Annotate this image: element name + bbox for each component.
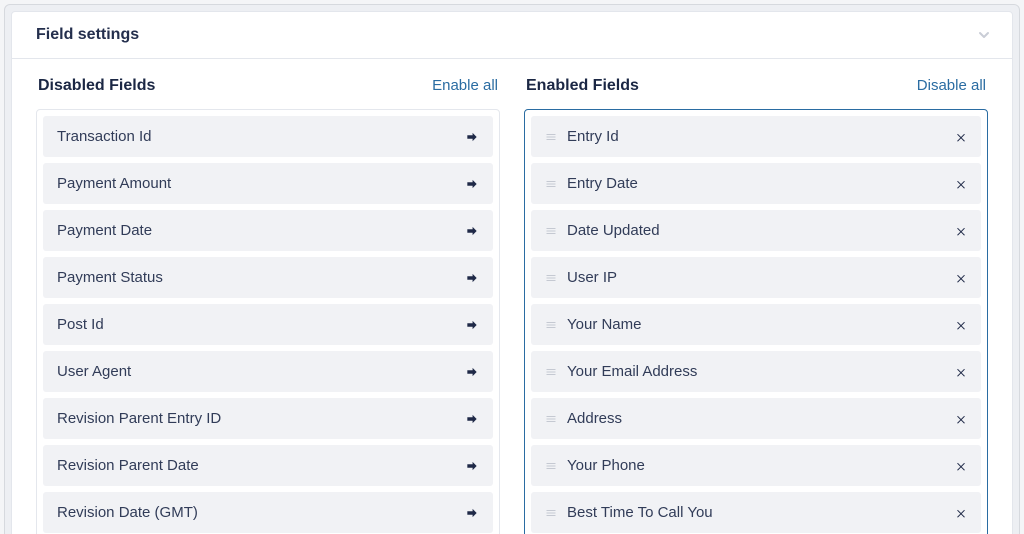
field-label: Revision Date (GMT) — [57, 504, 465, 521]
list-item[interactable]: Transaction Id — [43, 116, 493, 157]
drag-handle-icon[interactable] — [545, 319, 557, 331]
disable-all-button[interactable]: Disable all — [917, 77, 986, 94]
field-label: Your Name — [567, 316, 955, 333]
list-item[interactable]: Payment Date — [43, 210, 493, 251]
enabled-fields-column: Enabled Fields Disable all Entry IdEntry… — [524, 77, 988, 534]
field-settings-card: Field settings Disabled Fields Enable al… — [11, 11, 1013, 534]
field-label: Your Phone — [567, 457, 955, 474]
list-item[interactable]: Your Email Address — [531, 351, 981, 392]
card-header[interactable]: Field settings — [12, 12, 1012, 59]
field-label: User Agent — [57, 363, 465, 380]
close-icon[interactable] — [955, 413, 967, 425]
close-icon[interactable] — [955, 131, 967, 143]
list-item[interactable]: Address — [531, 398, 981, 439]
card-title: Field settings — [36, 26, 139, 44]
close-icon[interactable] — [955, 366, 967, 378]
close-icon[interactable] — [955, 460, 967, 472]
list-item[interactable]: Date Updated — [531, 210, 981, 251]
drag-handle-icon[interactable] — [545, 272, 557, 284]
field-label: Entry Id — [567, 128, 955, 145]
field-label: Payment Status — [57, 269, 465, 286]
field-label: Transaction Id — [57, 128, 465, 145]
arrow-right-icon[interactable] — [465, 318, 479, 332]
arrow-right-icon[interactable] — [465, 365, 479, 379]
enabled-fields-list: Entry Id Entry Date Date Updated User IP You… — [524, 109, 988, 534]
list-item[interactable]: Payment Amount — [43, 163, 493, 204]
chevron-down-icon — [976, 27, 992, 43]
list-item[interactable]: Revision Parent Entry ID — [43, 398, 493, 439]
drag-handle-icon[interactable] — [545, 413, 557, 425]
field-label: Best Time To Call You — [567, 504, 955, 521]
drag-handle-icon[interactable] — [545, 225, 557, 237]
list-item[interactable]: Post Id — [43, 304, 493, 345]
drag-handle-icon[interactable] — [545, 460, 557, 472]
list-item[interactable]: Best Time To Call You — [531, 492, 981, 533]
field-label: Revision Parent Date — [57, 457, 465, 474]
arrow-right-icon[interactable] — [465, 459, 479, 473]
disabled-fields-title: Disabled Fields — [38, 77, 155, 95]
list-item[interactable]: Entry Id — [531, 116, 981, 157]
disabled-fields-column: Disabled Fields Enable all Transaction I… — [36, 77, 500, 534]
close-icon[interactable] — [955, 507, 967, 519]
list-item[interactable]: Entry Date — [531, 163, 981, 204]
close-icon[interactable] — [955, 272, 967, 284]
close-icon[interactable] — [955, 178, 967, 190]
list-item[interactable]: Your Name — [531, 304, 981, 345]
field-label: Your Email Address — [567, 363, 955, 380]
field-label: Entry Date — [567, 175, 955, 192]
drag-handle-icon[interactable] — [545, 131, 557, 143]
drag-handle-icon[interactable] — [545, 507, 557, 519]
list-item[interactable]: Revision Date (GMT) — [43, 492, 493, 533]
field-label: Payment Date — [57, 222, 465, 239]
close-icon[interactable] — [955, 319, 967, 331]
field-label: User IP — [567, 269, 955, 286]
field-label: Revision Parent Entry ID — [57, 410, 465, 427]
arrow-right-icon[interactable] — [465, 177, 479, 191]
field-label: Date Updated — [567, 222, 955, 239]
list-item[interactable]: Revision Parent Date — [43, 445, 493, 486]
enable-all-button[interactable]: Enable all — [432, 77, 498, 94]
arrow-right-icon[interactable] — [465, 506, 479, 520]
field-label: Post Id — [57, 316, 465, 333]
field-label: Payment Amount — [57, 175, 465, 192]
list-item[interactable]: Your Phone — [531, 445, 981, 486]
card-body: Disabled Fields Enable all Transaction I… — [12, 59, 1012, 534]
list-item[interactable]: User Agent — [43, 351, 493, 392]
arrow-right-icon[interactable] — [465, 412, 479, 426]
list-item[interactable]: Payment Status — [43, 257, 493, 298]
list-item[interactable]: User IP — [531, 257, 981, 298]
drag-handle-icon[interactable] — [545, 178, 557, 190]
arrow-right-icon[interactable] — [465, 271, 479, 285]
enabled-fields-title: Enabled Fields — [526, 77, 639, 95]
disabled-fields-list: Transaction Id Payment Amount Payment Date… — [36, 109, 500, 534]
arrow-right-icon[interactable] — [465, 224, 479, 238]
arrow-right-icon[interactable] — [465, 130, 479, 144]
drag-handle-icon[interactable] — [545, 366, 557, 378]
field-label: Address — [567, 410, 955, 427]
close-icon[interactable] — [955, 225, 967, 237]
